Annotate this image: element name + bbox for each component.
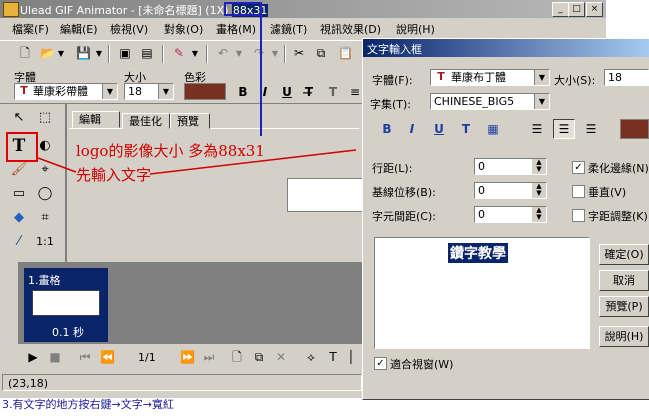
- kerning-label: 字距調整(K): [588, 210, 648, 223]
- charset-label: 字集(T):: [370, 98, 412, 111]
- baseline-spinner[interactable]: 0 ▲ ▼: [474, 182, 547, 199]
- antialias-checkbox[interactable]: ✓: [572, 161, 585, 174]
- dialog-title-bar[interactable]: 文字輸入框: [363, 39, 649, 57]
- duplicate-frame-icon[interactable]: ⧉: [252, 350, 266, 364]
- next-frame-icon[interactable]: ⏩: [180, 350, 195, 364]
- frame-thumbnail[interactable]: 1.畫格 0.1 秒: [24, 268, 108, 342]
- play-icon[interactable]: ▶: [26, 350, 40, 364]
- frame-counter: 1/1: [138, 351, 156, 364]
- line-spacing-label: 行距(L):: [372, 162, 413, 175]
- baseline-value: 0: [478, 184, 485, 197]
- frame-label: 1.畫格: [28, 274, 61, 287]
- dialog-size-value: 18: [608, 71, 622, 84]
- dialog-bold-button[interactable]: B: [380, 122, 394, 136]
- banner-text-icon[interactable]: T: [326, 350, 340, 364]
- vertical-checkbox[interactable]: [572, 185, 585, 198]
- baseline-label: 基線位移(B):: [372, 186, 436, 199]
- align-right-icon[interactable]: ☰: [584, 122, 598, 136]
- status-pane: [2, 374, 362, 391]
- cursor-coords: (23,18): [8, 377, 49, 390]
- cancel-button[interactable]: 取消: [599, 270, 649, 291]
- chevron-down-icon[interactable]: ▼: [534, 94, 549, 109]
- caption-text: 3.有文字的地方按右鍵→文字→寬紅: [2, 398, 174, 411]
- tween-icon[interactable]: ⟡: [304, 350, 318, 364]
- dialog-size-select[interactable]: 18: [604, 69, 649, 86]
- separator-bar: │: [347, 350, 355, 364]
- frame-delay: 0.1 秒: [52, 326, 84, 339]
- stop-icon[interactable]: ■: [48, 350, 62, 364]
- preview-button[interactable]: 預覽(P): [599, 296, 649, 317]
- dialog-title: 文字輸入框: [367, 43, 422, 56]
- spinner-arrows-icon[interactable]: ▲ ▼: [532, 207, 546, 222]
- first-frame-icon[interactable]: ⏮: [78, 350, 92, 364]
- line-spacing-spinner[interactable]: 0 ▲ ▼: [474, 158, 547, 175]
- prev-frame-icon[interactable]: ⏪: [100, 350, 115, 364]
- delete-frame-icon[interactable]: ✕: [274, 350, 288, 364]
- fit-window-checkbox[interactable]: ✓: [374, 357, 387, 370]
- dialog-size-label: 大小(S):: [554, 74, 596, 87]
- dialog-underline-button[interactable]: U: [432, 122, 446, 136]
- align-left-icon[interactable]: ☰: [530, 122, 544, 136]
- last-frame-icon[interactable]: ⏭: [202, 350, 216, 364]
- dialog-color-swatch[interactable]: [620, 119, 649, 139]
- antialias-label: 柔化邊緣(N): [588, 162, 649, 175]
- chevron-down-icon[interactable]: ▼: [534, 70, 549, 85]
- frame-panel-handle: [0, 262, 18, 344]
- kerning-checkbox[interactable]: [572, 209, 585, 222]
- dialog-font-value: 華康布丁體: [451, 71, 506, 84]
- line-spacing-value: 0: [478, 160, 485, 173]
- spinner-arrows-icon[interactable]: ▲ ▼: [532, 159, 546, 174]
- align-center-icon[interactable]: ☰: [557, 122, 571, 136]
- spinner-arrows-icon[interactable]: ▲ ▼: [532, 183, 546, 198]
- char-spacing-spinner[interactable]: 0 ▲ ▼: [474, 206, 547, 223]
- charset-value: CHINESE_BIG5: [434, 95, 515, 108]
- charset-select[interactable]: CHINESE_BIG5 ▼: [430, 93, 550, 110]
- add-frame-icon[interactable]: 🗋: [230, 350, 244, 364]
- truetype-icon: T: [437, 70, 445, 83]
- dialog-italic-button[interactable]: I: [405, 122, 419, 136]
- playback-bar: ▶ ■ ⏮ ⏪ 1/1 ⏩ ⏭ 🗋 ⧉ ✕ ⟡ T │: [0, 344, 363, 370]
- dialog-strikethrough-button[interactable]: T: [459, 122, 473, 136]
- ok-button[interactable]: 確定(O): [599, 244, 649, 265]
- help-button[interactable]: 說明(H): [599, 326, 649, 347]
- fit-window-label: 適合視窗(W): [390, 358, 454, 371]
- dialog-font-select[interactable]: T 華康布丁體 ▼: [430, 69, 550, 86]
- dialog-font-label: 字體(F):: [372, 74, 413, 87]
- vertical-label: 垂直(V): [588, 186, 627, 199]
- frame-preview: [32, 290, 100, 316]
- dialog-emboss-button[interactable]: ▦: [486, 122, 500, 136]
- char-spacing-value: 0: [478, 208, 485, 221]
- preview-text: 鑽字教學: [448, 243, 508, 263]
- char-spacing-label: 字元間距(C):: [372, 210, 436, 223]
